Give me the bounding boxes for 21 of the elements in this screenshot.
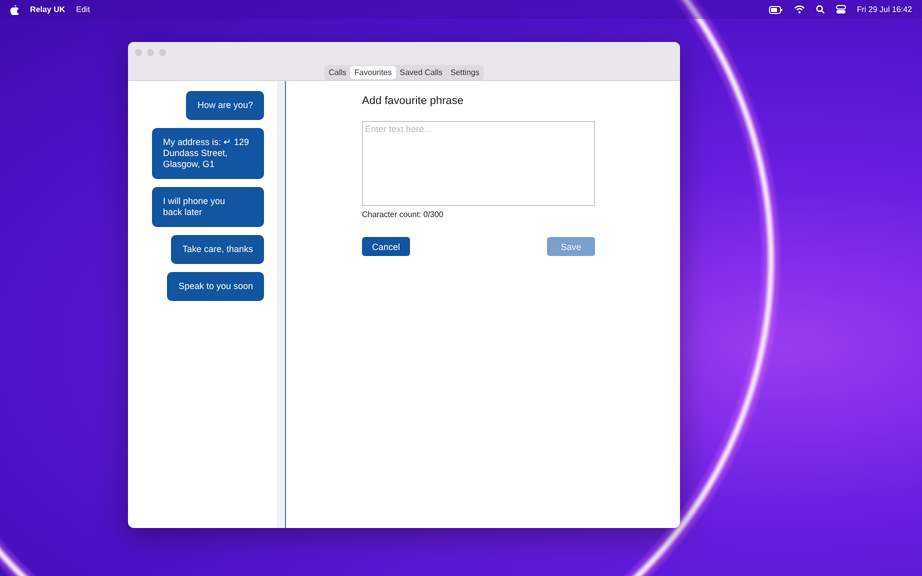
character-count: Character count: 0/300 bbox=[362, 210, 444, 219]
form-title: Add favourite phrase bbox=[362, 95, 465, 107]
battery-icon[interactable] bbox=[768, 6, 783, 14]
clock[interactable]: Fri 29 Jul 16:42 bbox=[856, 5, 912, 14]
tab[interactable]: Favourites bbox=[350, 66, 396, 79]
phrase-button[interactable]: Speak to you soon bbox=[167, 272, 264, 301]
phrase-button[interactable]: How are you? bbox=[186, 91, 264, 120]
control-center-icon[interactable] bbox=[836, 5, 846, 14]
tab[interactable]: Saved Calls bbox=[396, 66, 446, 79]
app-menu[interactable]: Relay UK bbox=[30, 5, 66, 14]
tab[interactable]: Calls bbox=[324, 66, 350, 79]
apple-icon[interactable] bbox=[10, 4, 19, 14]
phrase-button[interactable]: I will phone you back later bbox=[152, 187, 264, 227]
search-icon[interactable] bbox=[816, 5, 825, 14]
phrase-button[interactable]: Take care, thanks bbox=[171, 235, 264, 264]
wifi-icon[interactable] bbox=[794, 5, 805, 14]
cancel-button[interactable]: Cancel bbox=[362, 237, 410, 256]
tab[interactable]: Settings bbox=[446, 66, 484, 79]
phrase-input-field[interactable]: Enter text here... bbox=[362, 121, 595, 206]
menu-item[interactable]: Edit bbox=[76, 5, 90, 14]
phrase-button[interactable]: My address is: ↵ 129 Dundass Street, Glasgow, G1 bbox=[152, 128, 264, 179]
